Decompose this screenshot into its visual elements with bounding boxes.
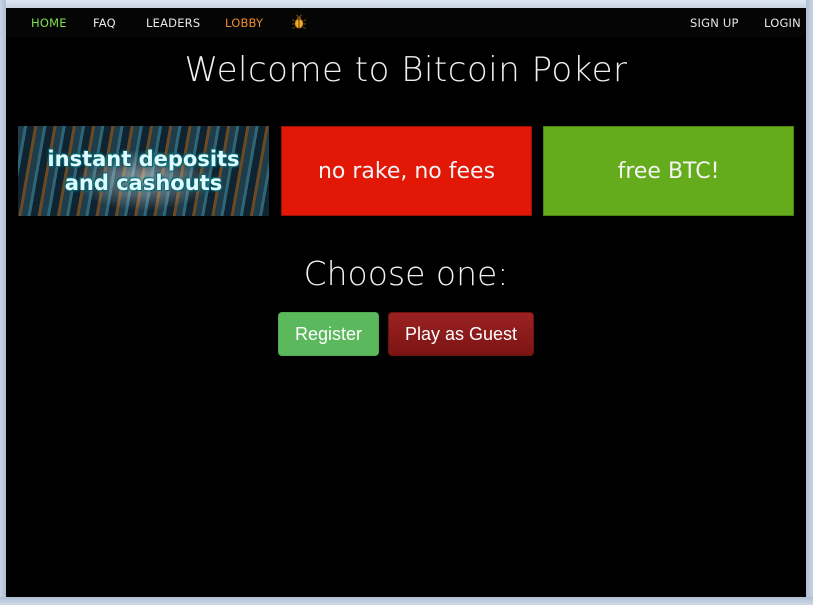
window-bottom-border	[0, 597, 813, 605]
register-button[interactable]: Register	[278, 312, 379, 356]
choose-heading: Choose one:	[303, 254, 509, 293]
nav-sign-up[interactable]: SIGN UP	[690, 16, 739, 30]
page-viewport: HOME FAQ LEADERS LOBBY SIGN UP LOGIN Wel…	[6, 8, 806, 597]
nav-lobby[interactable]: LOBBY	[225, 16, 263, 30]
window-top-border	[0, 0, 813, 8]
page-title: Welcome to Bitcoin Poker	[184, 50, 628, 90]
nav-login[interactable]: LOGIN	[764, 16, 801, 30]
banner-line-2: and cashouts	[64, 171, 223, 195]
banner-line-1: instant deposits	[47, 147, 240, 171]
banner-free-btc-label: free BTC!	[617, 158, 720, 184]
nav-home[interactable]: HOME	[31, 16, 67, 30]
banner-no-rake[interactable]: no rake, no fees	[281, 126, 532, 216]
banner-no-rake-label: no rake, no fees	[317, 158, 496, 184]
banner-free-btc[interactable]: free BTC!	[543, 126, 794, 216]
banner-instant-deposits-label: instant deposits and cashouts	[47, 147, 239, 195]
window-right-border	[806, 0, 813, 605]
nav-leaders[interactable]: LEADERS	[146, 16, 200, 30]
play-as-guest-button[interactable]: Play as Guest	[388, 312, 534, 356]
bug-icon[interactable]	[291, 14, 307, 30]
nav-faq[interactable]: FAQ	[93, 16, 116, 30]
top-nav: HOME FAQ LEADERS LOBBY SIGN UP LOGIN	[6, 8, 806, 37]
banner-instant-deposits[interactable]: instant deposits and cashouts	[18, 126, 269, 216]
